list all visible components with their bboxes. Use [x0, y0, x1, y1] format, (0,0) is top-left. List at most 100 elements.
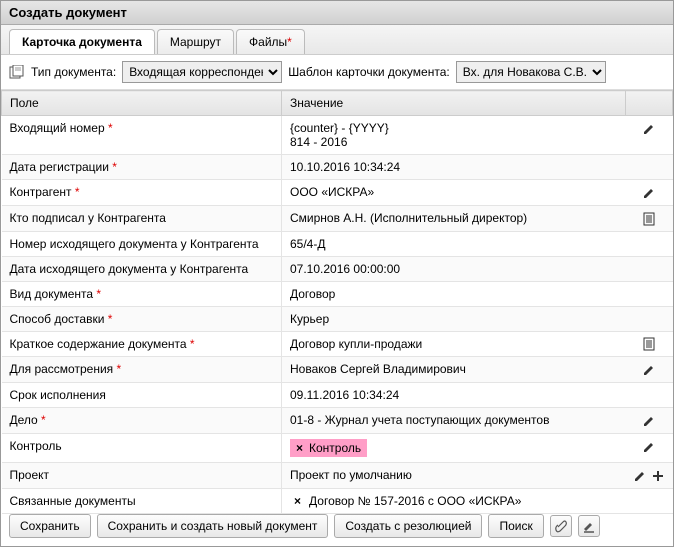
- row-actions: [625, 205, 672, 231]
- field-label: Кто подписал у Контрагента: [2, 205, 282, 231]
- tab-files-label: Файлы: [249, 35, 287, 49]
- required-asterisk: *: [105, 121, 113, 135]
- field-label: Входящий номер *: [2, 116, 282, 155]
- search-button[interactable]: Поиск: [488, 514, 543, 538]
- row-actions: [625, 357, 672, 383]
- row-actions: [625, 306, 672, 331]
- field-value: Договор купли-продажи: [282, 331, 626, 357]
- row-actions: [625, 463, 672, 489]
- field-value: ООО «ИСКРА»: [282, 180, 626, 206]
- field-label: Номер исходящего документа у Контрагента: [2, 231, 282, 256]
- form-icon[interactable]: [642, 337, 656, 351]
- doc-type-label: Тип документа:: [31, 65, 116, 79]
- save-button[interactable]: Сохранить: [9, 514, 91, 538]
- table-row[interactable]: Кто подписал у КонтрагентаСмирнов А.Н. (…: [2, 205, 673, 231]
- template-select[interactable]: Вх. для Новакова С.В.: [456, 61, 606, 83]
- field-label: Срок исполнения: [2, 383, 282, 408]
- required-asterisk: *: [72, 185, 80, 199]
- field-value: 10.10.2016 10:34:24: [282, 155, 626, 180]
- table-row[interactable]: Контроль ×Контроль: [2, 434, 673, 463]
- row-actions: [625, 180, 672, 206]
- field-label: Контрагент *: [2, 180, 282, 206]
- field-value: 65/4-Д: [282, 231, 626, 256]
- table-row[interactable]: Дата исходящего документа у Контрагента0…: [2, 256, 673, 281]
- table-row[interactable]: Срок исполнения09.11.2016 10:34:24: [2, 383, 673, 408]
- sign-button[interactable]: [578, 515, 600, 537]
- pencil-icon[interactable]: [642, 414, 656, 428]
- table-row[interactable]: Контрагент *ООО «ИСКРА»: [2, 180, 673, 206]
- tabs-container: Карточка документа Маршрут Файлы*: [1, 25, 673, 55]
- field-value-sub: 814 - 2016: [290, 135, 617, 149]
- remove-link-icon[interactable]: ×: [294, 494, 301, 508]
- field-value: 07.10.2016 00:00:00: [282, 256, 626, 281]
- field-label: Связанные документы: [2, 488, 282, 513]
- required-asterisk: *: [113, 362, 121, 376]
- doc-type-select[interactable]: Входящая корреспонденция: [122, 61, 282, 83]
- pencil-icon[interactable]: [642, 122, 656, 136]
- col-header-value[interactable]: Значение: [282, 91, 626, 116]
- field-label: Способ доставки *: [2, 306, 282, 331]
- control-badge[interactable]: ×Контроль: [290, 439, 367, 457]
- form-icon[interactable]: [642, 212, 656, 226]
- create-resolution-button[interactable]: Создать с резолюцией: [334, 514, 482, 538]
- table-row[interactable]: Дело *01-8 - Журнал учета поступающих до…: [2, 408, 673, 434]
- field-label: Дата исходящего документа у Контрагента: [2, 256, 282, 281]
- required-asterisk: *: [93, 287, 101, 301]
- row-actions: [625, 155, 672, 180]
- bottom-bar: Сохранить Сохранить и создать новый доку…: [9, 514, 600, 538]
- row-actions: [625, 434, 672, 463]
- table-row[interactable]: Для рассмотрения *Новаков Сергей Владими…: [2, 357, 673, 383]
- field-value: Договор: [282, 281, 626, 306]
- close-icon[interactable]: ×: [296, 441, 303, 455]
- fields-grid: Поле Значение Входящий номер *{counter} …: [1, 90, 673, 514]
- field-value: Новаков Сергей Владимирович: [282, 357, 626, 383]
- table-row[interactable]: Дата регистрации *10.10.2016 10:34:24: [2, 155, 673, 180]
- table-row[interactable]: Способ доставки *Курьер: [2, 306, 673, 331]
- table-row[interactable]: Связанные документы × Договор № 157-2016 с…: [2, 488, 673, 513]
- field-value: ×Контроль: [282, 434, 626, 463]
- save-new-button[interactable]: Сохранить и создать новый документ: [97, 514, 329, 538]
- row-actions: [625, 331, 672, 357]
- row-actions: [625, 116, 672, 155]
- required-asterisk: *: [109, 160, 117, 174]
- tab-card[interactable]: Карточка документа: [9, 29, 155, 54]
- tab-route[interactable]: Маршрут: [157, 29, 234, 54]
- required-asterisk: *: [104, 312, 112, 326]
- table-row[interactable]: Краткое содержание документа *Договор ку…: [2, 331, 673, 357]
- field-value: Смирнов А.Н. (Исполнительный директор): [282, 205, 626, 231]
- template-label: Шаблон карточки документа:: [288, 65, 450, 79]
- linked-doc[interactable]: Договор № 157-2016 с ООО «ИСКРА»: [309, 494, 521, 508]
- col-header-action: [625, 91, 672, 116]
- col-header-field[interactable]: Поле: [2, 91, 282, 116]
- window-title: Создать документ: [1, 1, 673, 25]
- document-icon[interactable]: [9, 65, 25, 79]
- pencil-icon[interactable]: [642, 363, 656, 377]
- row-actions: [625, 383, 672, 408]
- field-value: {counter} - {YYYY}814 - 2016: [282, 116, 626, 155]
- row-actions: [625, 256, 672, 281]
- pencil-icon[interactable]: [633, 469, 647, 483]
- table-row[interactable]: Номер исходящего документа у Контрагента…: [2, 231, 673, 256]
- field-value: 01-8 - Журнал учета поступающих документ…: [282, 408, 626, 434]
- attach-button[interactable]: [550, 515, 572, 537]
- row-actions: [625, 231, 672, 256]
- field-label: Вид документа *: [2, 281, 282, 306]
- field-value: × Договор № 157-2016 с ООО «ИСКРА»: [282, 488, 626, 513]
- pencil-icon[interactable]: [642, 440, 656, 454]
- required-asterisk: *: [38, 413, 46, 427]
- required-asterisk: *: [287, 35, 292, 49]
- field-label: Дело *: [2, 408, 282, 434]
- pencil-icon[interactable]: [642, 186, 656, 200]
- plus-icon[interactable]: [651, 469, 665, 483]
- tab-files[interactable]: Файлы*: [236, 29, 305, 54]
- field-label: Контроль: [2, 434, 282, 463]
- field-label: Краткое содержание документа *: [2, 331, 282, 357]
- toolbar: Тип документа: Входящая корреспонденция …: [1, 55, 673, 90]
- field-label: Для рассмотрения *: [2, 357, 282, 383]
- table-row[interactable]: ПроектПроект по умолчанию: [2, 463, 673, 489]
- field-label: Проект: [2, 463, 282, 489]
- field-value: Проект по умолчанию: [282, 463, 626, 489]
- table-row[interactable]: Входящий номер *{counter} - {YYYY}814 - …: [2, 116, 673, 155]
- table-row[interactable]: Вид документа *Договор: [2, 281, 673, 306]
- field-label: Дата регистрации *: [2, 155, 282, 180]
